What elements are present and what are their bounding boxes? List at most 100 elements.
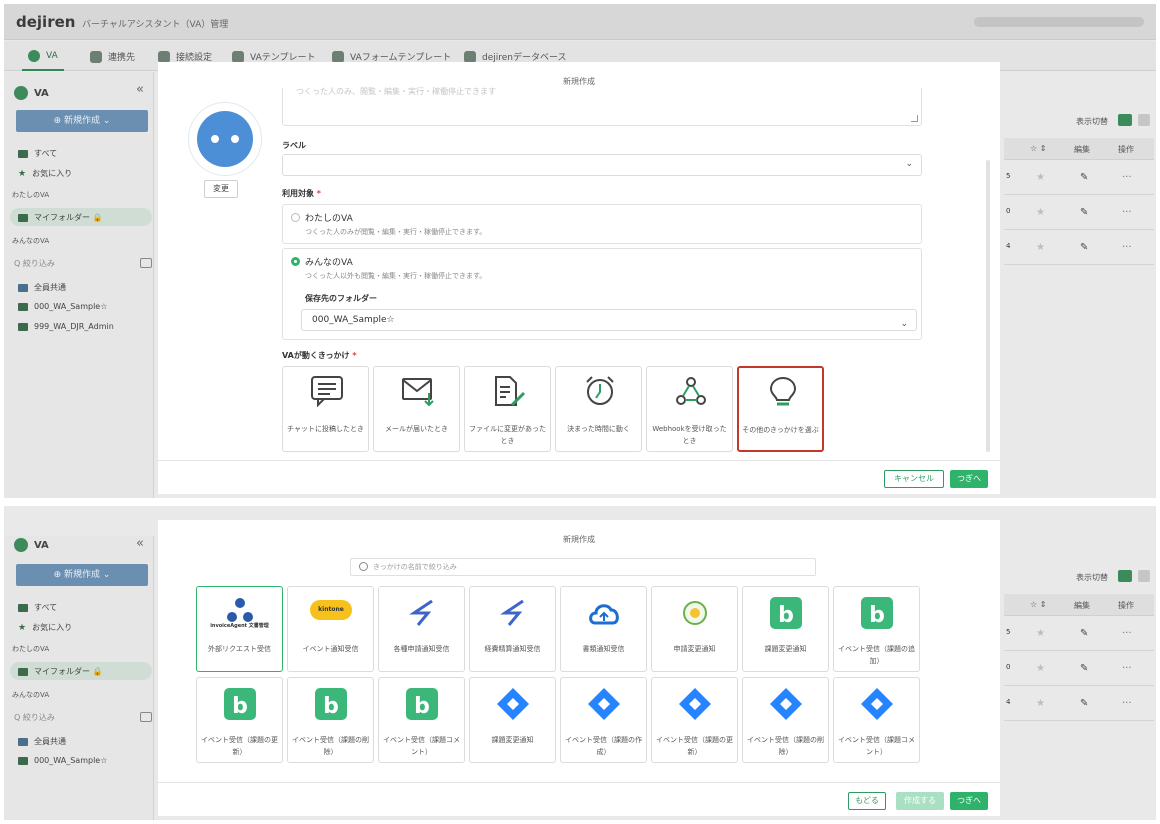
row-count: 5 [1006, 628, 1011, 636]
sidebar: VA « ⊕ 新規作成 ⌄ すべて ★ お気に入り わたしのVA マイフォルダー … [4, 72, 154, 498]
trigger-other[interactable]: その他のきっかけを選ぶ [737, 366, 824, 452]
trigger-option[interactable]: b イベント受信（課題の更新） [196, 677, 283, 763]
trigger-option[interactable]: 課題変更通知 [469, 677, 556, 763]
trigger-schedule[interactable]: 決まった時間に動く [555, 366, 642, 452]
more-icon[interactable]: ··· [1122, 663, 1132, 674]
sidebar: VA « ⊕ 新規作成 ⌄ すべて ★ お気に入り わたしのVA マイフォルダー … [4, 536, 154, 820]
list-view-icon[interactable] [1118, 114, 1132, 126]
sidebar-item-all[interactable]: すべて [18, 148, 57, 159]
sidebar-folder[interactable]: 999_WA_DJR_Admin [18, 322, 114, 331]
grid-view-icon[interactable] [1138, 570, 1150, 582]
tab-connections[interactable]: 連携先 [90, 50, 135, 63]
trigger-option[interactable]: イベント受信（課題の削除） [742, 677, 829, 763]
filter-input[interactable]: Q 絞り込み [14, 712, 55, 723]
radio-selected[interactable] [291, 257, 300, 266]
more-icon[interactable]: ··· [1122, 698, 1132, 709]
edit-icon[interactable]: ✎ [1080, 628, 1088, 639]
star-icon[interactable]: ★ [1036, 698, 1045, 709]
option-my-va[interactable]: わたしのVA つくった人のみが閲覧・編集・実行・稼働停止できます。 [282, 204, 922, 244]
sidebar-folder[interactable]: 全員共通 [18, 736, 66, 747]
trigger-option[interactable]: b イベント受信（課題の追加） [833, 586, 920, 672]
star-icon[interactable]: ★ [1036, 628, 1045, 639]
grid-view-icon[interactable] [1138, 114, 1150, 126]
add-folder-icon[interactable] [140, 712, 152, 722]
new-create-button[interactable]: ⊕ 新規作成 ⌄ [16, 110, 148, 132]
collapse-icon[interactable]: « [136, 82, 144, 97]
new-create-button[interactable]: ⊕ 新規作成 ⌄ [16, 564, 148, 586]
tab-va[interactable]: VA [22, 50, 64, 71]
label-select[interactable]: ⌄ [282, 154, 922, 176]
trigger-option[interactable]: b イベント受信（課題コメント） [378, 677, 465, 763]
edit-icon[interactable]: ✎ [1080, 242, 1088, 253]
trigger-option[interactable]: イベント受信（課題の作成） [560, 677, 647, 763]
trigger-option[interactable]: kintone イベント通知受信 [287, 586, 374, 672]
star-icon[interactable]: ★ [1036, 663, 1045, 674]
star-icon[interactable]: ★ [1036, 242, 1045, 253]
trigger-option[interactable]: invoiceAgent 文書管理 外部リクエスト受信 [196, 586, 283, 672]
trigger-chat[interactable]: チャットに投稿したとき [282, 366, 369, 452]
trigger-option[interactable]: イベント受信（課題コメント） [833, 677, 920, 763]
sidebar-item-my-folder[interactable]: マイフォルダー 🔒 [18, 666, 103, 677]
back-button[interactable]: もどる [848, 792, 886, 810]
star-icon[interactable]: ★ [1036, 172, 1045, 183]
add-folder-icon[interactable] [140, 258, 152, 268]
trigger-file-change[interactable]: ファイルに変更があったとき [464, 366, 551, 452]
sidebar-item-my-folder[interactable]: マイフォルダー 🔒 [18, 212, 103, 223]
collapse-icon[interactable]: « [136, 536, 144, 551]
more-icon[interactable]: ··· [1122, 242, 1132, 253]
sidebar-item-favorites[interactable]: ★ お気に入り [18, 622, 72, 633]
next-button[interactable]: つぎへ [950, 792, 988, 810]
view-toggle-label: 表示切替 [1076, 117, 1108, 126]
folder-select[interactable]: 000_WA_Sample☆ ⌄ [301, 309, 917, 331]
svg-text:b: b [232, 694, 248, 719]
change-avatar-button[interactable]: 変更 [204, 180, 238, 198]
sidebar-folder[interactable]: 000_WA_Sample☆ [18, 302, 107, 311]
table-row: 5 ★ ✎ ··· [1004, 161, 1154, 195]
sidebar-item-favorites[interactable]: ★ お気に入り [18, 168, 72, 179]
table-header: ☆ ⇕ 編集 操作 [1004, 138, 1154, 160]
col-ops: 操作 [1118, 145, 1134, 154]
more-icon[interactable]: ··· [1122, 172, 1132, 183]
trigger-option-label: 申請変更通知 [673, 645, 716, 653]
user-info[interactable] [974, 17, 1144, 27]
next-button[interactable]: つぎへ [950, 470, 988, 488]
trigger-option[interactable]: 書類通知受信 [560, 586, 647, 672]
trigger-option-label: イベント受信（課題の作成） [565, 736, 642, 756]
sidebar-item-all[interactable]: すべて [18, 602, 57, 613]
edit-icon[interactable]: ✎ [1080, 698, 1088, 709]
app-title: バーチャルアシスタント（VA）管理 [82, 20, 229, 30]
trigger-option[interactable]: 各種申請通知受信 [378, 586, 465, 672]
trigger-option[interactable]: b イベント受信（課題の削除） [287, 677, 374, 763]
trigger-option[interactable]: イベント受信（課題の更新） [651, 677, 738, 763]
cancel-button[interactable]: キャンセル [884, 470, 944, 488]
trigger-option[interactable]: 経費精算通知受信 [469, 586, 556, 672]
trigger-search-input[interactable]: きっかけの名前で絞り込み [350, 558, 816, 576]
more-icon[interactable]: ··· [1122, 628, 1132, 639]
list-view-icon[interactable] [1118, 570, 1132, 582]
table-row: 0 ★ ✎ ··· [1004, 196, 1154, 230]
col-favorite[interactable]: ☆ ⇕ [1030, 600, 1046, 609]
trigger-webhook[interactable]: Webhookを受け取ったとき [646, 366, 733, 452]
col-favorite[interactable]: ☆ ⇕ [1030, 144, 1046, 153]
trigger-mail[interactable]: メールが届いたとき [373, 366, 460, 452]
filter-input[interactable]: Q 絞り込み [14, 258, 55, 269]
create-button[interactable]: 作成する [896, 792, 944, 810]
more-icon[interactable]: ··· [1122, 207, 1132, 218]
scrollbar[interactable] [986, 160, 990, 452]
sidebar-folder[interactable]: 全員共通 [18, 282, 66, 293]
option-everyone-va[interactable]: みんなのVA つくった人以外も閲覧・編集・実行・稼働停止できます。 保存先のフォ… [282, 248, 922, 340]
edit-icon[interactable]: ✎ [1080, 172, 1088, 183]
radio-unselected[interactable] [291, 213, 300, 222]
edit-icon[interactable]: ✎ [1080, 207, 1088, 218]
trigger-option-label: イベント受信（課題の追加） [838, 645, 915, 665]
folder-icon [18, 667, 28, 676]
chevron-down-icon: ⌄ [905, 159, 913, 169]
description-textarea[interactable] [282, 88, 922, 126]
folder-icon [18, 149, 28, 158]
trigger-option[interactable]: 申請変更通知 [651, 586, 738, 672]
lightbulb-icon [769, 376, 797, 406]
trigger-option[interactable]: b 課題変更通知 [742, 586, 829, 672]
star-icon[interactable]: ★ [1036, 207, 1045, 218]
edit-icon[interactable]: ✎ [1080, 663, 1088, 674]
sidebar-folder[interactable]: 000_WA_Sample☆ [18, 756, 107, 765]
